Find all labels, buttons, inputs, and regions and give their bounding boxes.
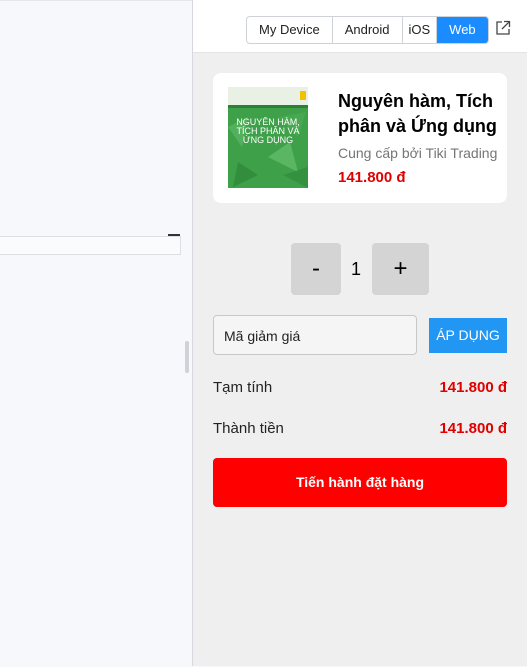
product-name: Nguyên hàm, Tích phân và Ứng dụng [338,91,497,136]
product-seller: Cung cấp bởi Tiki Trading [338,145,498,161]
product-card: NGUYÊN HÀM, TÍCH PHÂN VÀ ỨNG DỤNG Nguyên… [213,73,507,203]
book-cover-image: NGUYÊN HÀM, TÍCH PHÂN VÀ ỨNG DỤNG [228,87,308,188]
coupon-input[interactable]: Mã giảm giá [213,315,417,355]
increase-quantity-button[interactable]: + [372,243,429,295]
editor-pane [0,0,192,667]
subtotal-label: Tạm tính [213,379,273,396]
external-link-icon[interactable] [495,20,511,36]
quantity-value: 1 [350,259,361,279]
subtotal-value: 141.800 đ [439,379,507,396]
tab-ios[interactable]: iOS [403,17,438,43]
editor-line[interactable] [0,236,181,255]
decrease-quantity-button[interactable]: - [291,243,341,295]
book-cover-title: NGUYÊN HÀM, TÍCH PHÂN VÀ ỨNG DỤNG [236,117,300,145]
tab-android[interactable]: Android [333,17,403,43]
splitter-handle[interactable] [185,341,189,373]
tab-web[interactable]: Web [437,17,488,43]
total-value: 141.800 đ [439,420,507,437]
preview-toolbar: My Device Android iOS Web [193,0,527,53]
apply-coupon-button[interactable]: ÁP DỤNG [429,318,507,353]
preview-pane: My Device Android iOS Web NGUYÊN HÀM, TÍ… [193,0,527,666]
product-price: 141.800 đ [338,169,406,186]
collapse-icon[interactable] [168,234,180,236]
checkout-button[interactable]: Tiến hành đặt hàng [213,458,507,507]
device-tabs: My Device Android iOS Web [246,16,489,44]
tab-my-device[interactable]: My Device [247,17,333,43]
total-label: Thành tiền [213,420,284,437]
